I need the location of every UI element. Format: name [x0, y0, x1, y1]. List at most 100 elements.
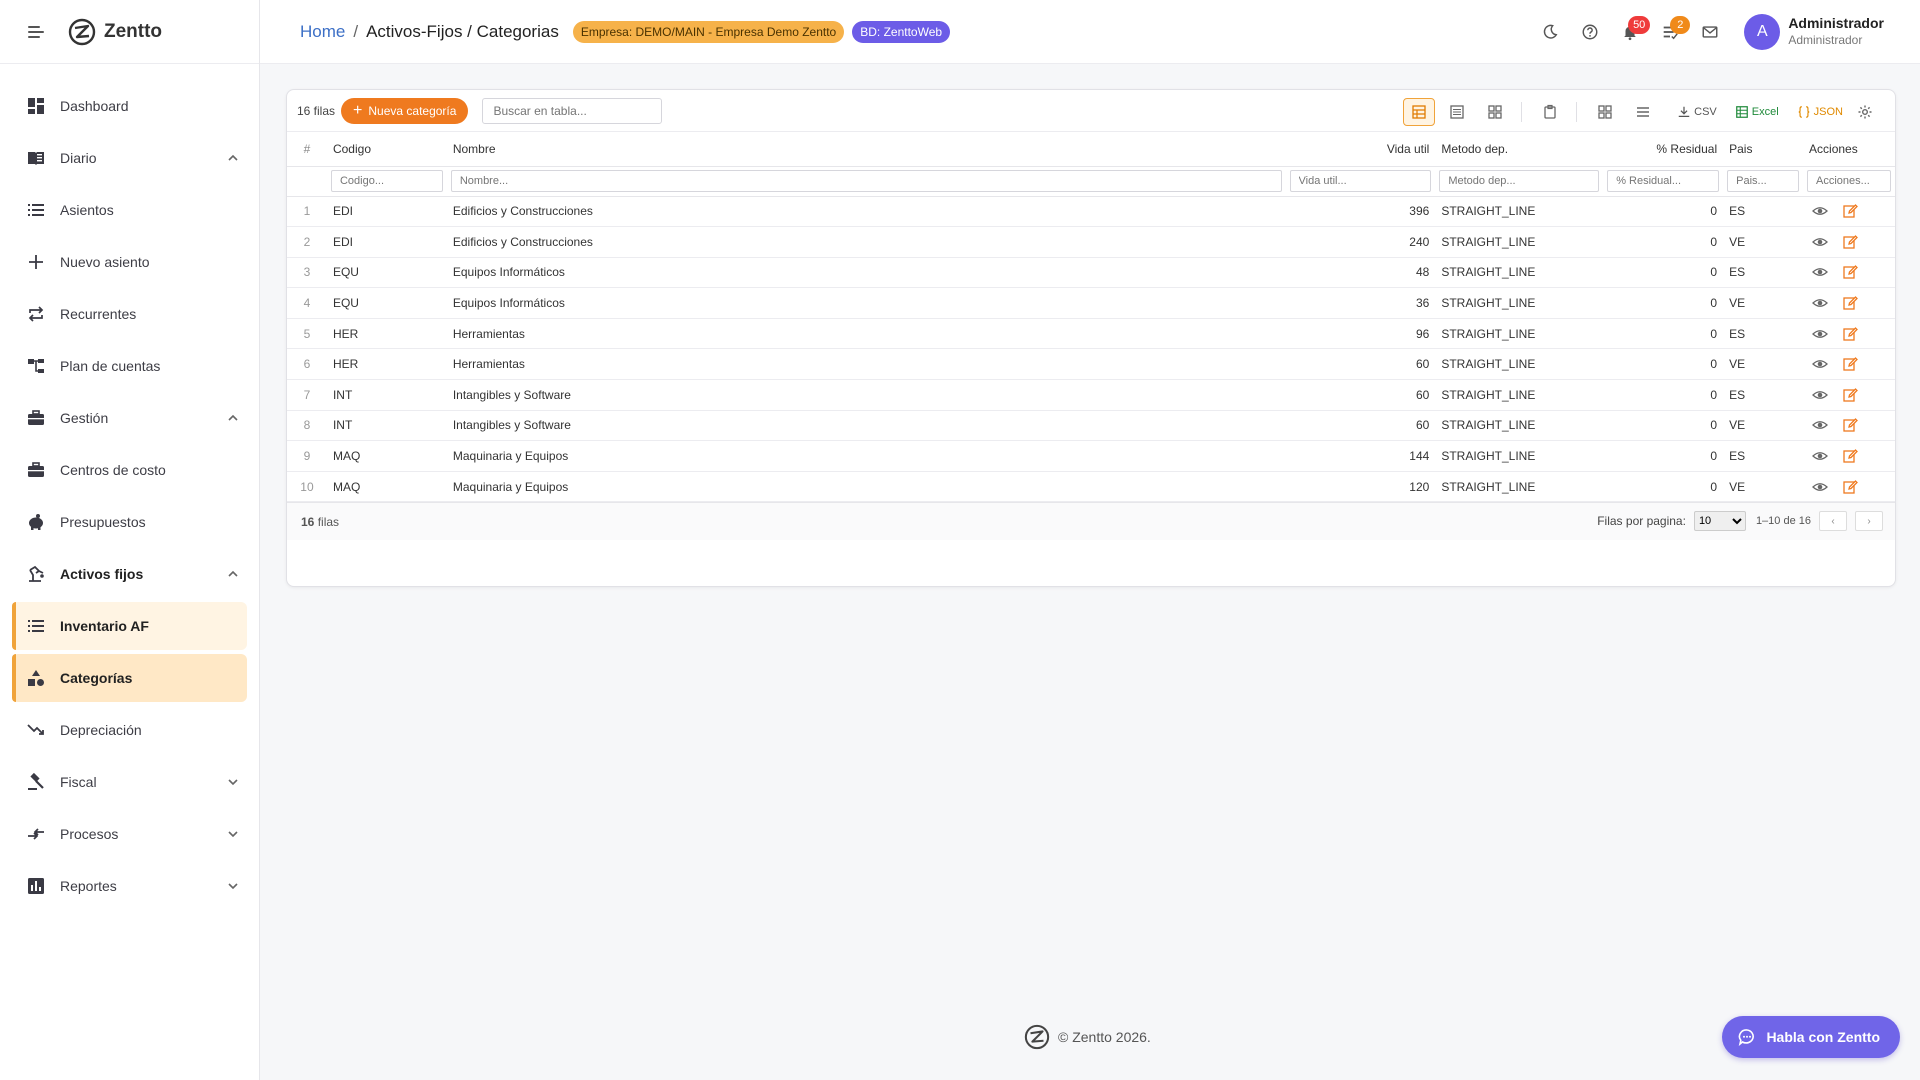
- edit-pencil-icon[interactable]: [1839, 353, 1861, 375]
- menu-toggle-icon[interactable]: [28, 25, 46, 39]
- edit-pencil-icon[interactable]: [1839, 292, 1861, 314]
- density-button[interactable]: [1627, 98, 1659, 126]
- col-header-vida-util[interactable]: Vida util: [1285, 132, 1436, 167]
- chevron-up-icon[interactable]: [225, 566, 241, 582]
- edit-pencil-icon[interactable]: [1839, 445, 1861, 467]
- sidebar-item-reportes[interactable]: Reportes: [12, 862, 247, 910]
- messages-button[interactable]: [1690, 12, 1730, 52]
- tasks-button[interactable]: 2: [1650, 12, 1691, 52]
- edit-pencil-icon[interactable]: [1839, 414, 1861, 436]
- view-compact-button[interactable]: [1441, 98, 1473, 126]
- view-eye-icon[interactable]: [1809, 200, 1831, 222]
- view-eye-icon[interactable]: [1809, 445, 1831, 467]
- filter-metodo-input[interactable]: [1439, 170, 1600, 192]
- rows-per-page-select[interactable]: 10: [1693, 511, 1746, 532]
- prev-page-button[interactable]: ‹: [1819, 511, 1847, 532]
- col-header-codigo[interactable]: Codigo: [326, 132, 447, 167]
- sidebar-item-asientos[interactable]: Asientos: [12, 186, 247, 234]
- table-row[interactable]: 5 HER Herramientas 96 STRAIGHT_LINE 0 ES: [287, 318, 1895, 350]
- company-badge[interactable]: Empresa: DEMO/MAIN - Empresa Demo Zentto: [572, 20, 845, 43]
- table-row[interactable]: 8 INT Intangibles y Software 60 STRAIGHT…: [287, 410, 1895, 442]
- cell-codigo: HER: [326, 348, 447, 381]
- dark-mode-button[interactable]: [1530, 12, 1570, 52]
- filter-residual-input[interactable]: [1607, 170, 1720, 192]
- export-json-button[interactable]: JSON: [1797, 105, 1843, 119]
- sidebar-item-plan-de-cuentas[interactable]: Plan de cuentas: [12, 342, 247, 390]
- view-table-button[interactable]: [1403, 98, 1436, 126]
- export-excel-label: Excel: [1751, 106, 1779, 118]
- table-row[interactable]: 10 MAQ Maquinaria y Equipos 120 STRAIGHT…: [287, 471, 1895, 503]
- chevron-up-icon[interactable]: [225, 410, 241, 426]
- sidebar-item-procesos[interactable]: Procesos: [12, 810, 247, 858]
- view-eye-icon[interactable]: [1809, 414, 1831, 436]
- sidebar-item-inventario-af[interactable]: Inventario AF: [12, 602, 247, 650]
- sidebar-item-centros-de-costo[interactable]: Centros de costo: [12, 446, 247, 494]
- sidebar-item-nuevo-asiento[interactable]: Nuevo asiento: [12, 238, 247, 286]
- filter-acciones-input[interactable]: [1807, 170, 1891, 192]
- filter-nombre-input[interactable]: [450, 170, 1282, 192]
- view-eye-icon[interactable]: [1809, 323, 1831, 345]
- chevron-down-icon[interactable]: [225, 826, 241, 842]
- sidebar-item-presupuestos[interactable]: Presupuestos: [12, 498, 247, 546]
- export-csv-button[interactable]: CSV: [1677, 105, 1717, 119]
- table-settings-button[interactable]: [1849, 98, 1881, 126]
- col-header-residual[interactable]: % Residual: [1603, 132, 1724, 167]
- col-header-pais[interactable]: Pais: [1723, 132, 1804, 167]
- table-row[interactable]: 2 EDI Edificios y Construcciones 240 STR…: [287, 226, 1895, 258]
- view-eye-icon[interactable]: [1809, 476, 1831, 498]
- table-row[interactable]: 4 EQU Equipos Informáticos 36 STRAIGHT_L…: [287, 287, 1895, 319]
- edit-pencil-icon[interactable]: [1839, 476, 1861, 498]
- view-grid-button[interactable]: [1479, 98, 1511, 126]
- cell-residual: 0: [1603, 471, 1724, 503]
- chevron-up-icon[interactable]: [225, 150, 241, 166]
- copy-clipboard-button[interactable]: [1534, 98, 1566, 126]
- chevron-down-icon[interactable]: [225, 878, 241, 894]
- notifications-button[interactable]: 50: [1610, 12, 1651, 52]
- view-eye-icon[interactable]: [1809, 261, 1831, 283]
- columns-button[interactable]: [1589, 98, 1621, 126]
- user-box[interactable]: Administrador Administrador: [1788, 15, 1884, 49]
- table-row[interactable]: 6 HER Herramientas 60 STRAIGHT_LINE 0 VE: [287, 348, 1895, 381]
- export-excel-button[interactable]: Excel: [1735, 105, 1779, 119]
- view-eye-icon[interactable]: [1809, 384, 1831, 406]
- sidebar-item-depreciacion[interactable]: Depreciación: [12, 706, 247, 754]
- sidebar-item-gestion[interactable]: Gestión: [12, 394, 247, 442]
- filter-codigo-input[interactable]: [330, 170, 443, 192]
- col-header-metodo[interactable]: Metodo dep.: [1435, 132, 1604, 167]
- new-category-label: Nueva categoría: [368, 103, 457, 118]
- chevron-down-icon[interactable]: [225, 774, 241, 790]
- filter-pais-input[interactable]: [1727, 170, 1800, 192]
- sidebar-item-categorias[interactable]: Categorías: [12, 654, 247, 702]
- edit-pencil-icon[interactable]: [1839, 323, 1861, 345]
- table-row[interactable]: 9 MAQ Maquinaria y Equipos 144 STRAIGHT_…: [287, 440, 1895, 472]
- table-row[interactable]: 7 INT Intangibles y Software 60 STRAIGHT…: [287, 379, 1895, 411]
- view-eye-icon[interactable]: [1809, 353, 1831, 375]
- database-badge[interactable]: BD: ZenttoWeb: [852, 20, 951, 43]
- view-eye-icon[interactable]: [1809, 231, 1831, 253]
- edit-pencil-icon[interactable]: [1839, 384, 1861, 406]
- cell-nombre: Intangibles y Software: [446, 379, 1286, 411]
- edit-pencil-icon[interactable]: [1839, 261, 1861, 283]
- cell-index: 1: [287, 196, 327, 228]
- view-eye-icon[interactable]: [1809, 292, 1831, 314]
- sidebar-item-fiscal[interactable]: Fiscal: [12, 758, 247, 806]
- sidebar-item-diario[interactable]: Diario: [12, 134, 247, 182]
- sidebar-item-dashboard[interactable]: Dashboard: [12, 82, 247, 130]
- col-header-nombre[interactable]: Nombre: [446, 132, 1286, 167]
- filter-index-cell: [287, 166, 327, 197]
- sidebar-item-activos-fijos[interactable]: Activos fijos: [12, 550, 247, 598]
- breadcrumb-home-link[interactable]: Home: [300, 22, 345, 42]
- edit-pencil-icon[interactable]: [1839, 200, 1861, 222]
- avatar[interactable]: A: [1744, 14, 1781, 50]
- new-category-button[interactable]: + Nueva categoría: [341, 97, 469, 124]
- filter-vida-util-input[interactable]: [1289, 170, 1432, 192]
- table-search-input[interactable]: [482, 97, 663, 124]
- edit-pencil-icon[interactable]: [1839, 231, 1861, 253]
- table-row[interactable]: 1 EDI Edificios y Construcciones 396 STR…: [287, 196, 1895, 228]
- next-page-button[interactable]: ›: [1855, 511, 1883, 532]
- sidebar-item-recurrentes[interactable]: Recurrentes: [12, 290, 247, 338]
- chat-with-zentto-button[interactable]: Habla con Zentto: [1722, 1016, 1900, 1058]
- table-row[interactable]: 3 EQU Equipos Informáticos 48 STRAIGHT_L…: [287, 257, 1895, 289]
- help-button[interactable]: [1570, 12, 1610, 52]
- cell-codigo: MAQ: [326, 440, 447, 472]
